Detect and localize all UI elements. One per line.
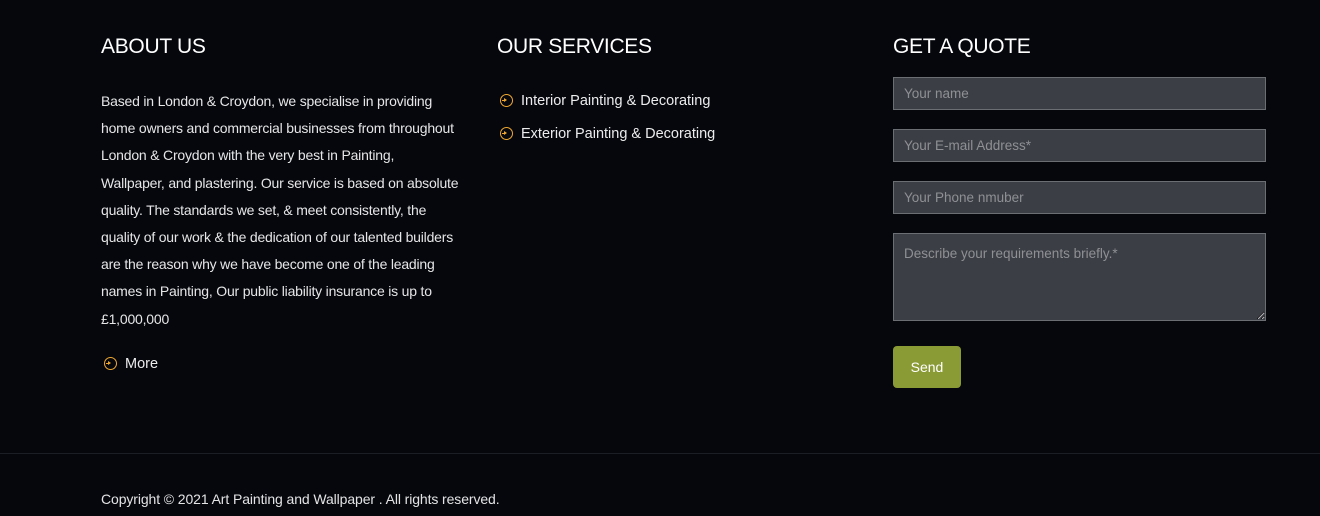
quote-heading: GET A QUOTE <box>893 35 1031 58</box>
services-section: OUR SERVICES Interior Painting & Decorat… <box>497 36 837 150</box>
service-link-exterior[interactable]: Exterior Painting & Decorating <box>497 117 837 150</box>
circle-arrow-right-icon <box>500 94 513 107</box>
footer-divider <box>0 453 1320 454</box>
services-list: Interior Painting & Decorating Exterior … <box>497 84 837 150</box>
service-label: Interior Painting & Decorating <box>521 92 711 109</box>
service-label: Exterior Painting & Decorating <box>521 125 716 142</box>
quote-form: Send <box>893 77 1266 388</box>
phone-input[interactable] <box>893 181 1266 214</box>
about-section: ABOUT US Based in London & Croydon, we s… <box>101 36 461 372</box>
about-heading: ABOUT US <box>101 35 206 58</box>
about-text: Based in London & Croydon, we specialise… <box>101 93 459 327</box>
circle-arrow-right-icon <box>104 357 117 371</box>
email-input[interactable] <box>893 129 1266 162</box>
circle-arrow-right-icon <box>500 127 513 140</box>
quote-section: GET A QUOTE Send <box>893 36 1266 388</box>
more-link[interactable]: More <box>101 356 158 372</box>
service-link-interior[interactable]: Interior Painting & Decorating <box>497 84 837 117</box>
services-heading: OUR SERVICES <box>497 35 652 58</box>
send-button[interactable]: Send <box>893 346 961 388</box>
requirements-textarea[interactable] <box>893 233 1266 321</box>
copyright-text: Copyright © 2021 Art Painting and Wallpa… <box>101 491 500 507</box>
name-input[interactable] <box>893 77 1266 110</box>
more-label: More <box>125 355 159 372</box>
